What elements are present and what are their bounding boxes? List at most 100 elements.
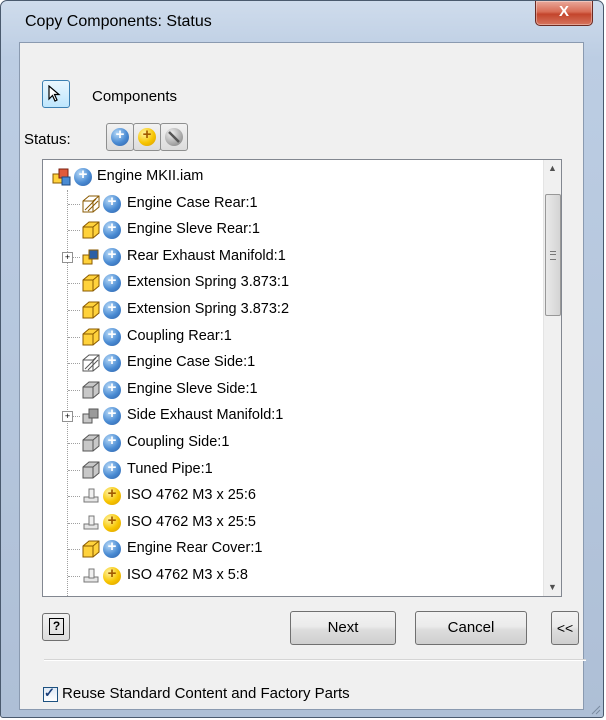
close-button[interactable]: X	[535, 1, 593, 26]
tree-node-label: Extension Spring 3.873:2	[127, 301, 290, 317]
part-yellow-icon	[80, 299, 102, 321]
tree-node-label: Coupling Rear:1	[127, 327, 232, 344]
content-center-part-icon	[80, 485, 102, 507]
expand-icon[interactable]: +	[62, 411, 73, 423]
tree-node-label: Side Exhaust Manifold:1	[127, 407, 284, 424]
tree-node-label: Rear Exhaust Manifold:1	[127, 247, 286, 264]
tree-node[interactable]: Engine Sleve Rear:1	[43, 217, 558, 243]
tree-node-label: Tuned Pipe:1	[127, 460, 213, 477]
tree-node[interactable]: Engine Sleve Side:1	[43, 377, 558, 403]
tree-node-label: Engine Sleve Side:1	[127, 380, 258, 397]
tree-branch-line	[68, 310, 80, 311]
tree-branch-line	[68, 576, 80, 577]
tree-node[interactable]: Extension Spring 3.873:1	[43, 270, 558, 296]
copy-status-plus-icon	[111, 126, 129, 146]
subassembly-gray-icon	[80, 405, 102, 427]
select-components-button[interactable]	[42, 80, 70, 108]
copy-status-icon[interactable]	[103, 432, 121, 452]
help-button[interactable]: ?	[42, 613, 70, 641]
next-button[interactable]: Next	[290, 611, 396, 645]
tree-node[interactable]: + Side Exhaust Manifold:1	[43, 403, 558, 429]
tree-node-label: ISO 4762 M3 x 25:6	[127, 487, 256, 504]
tree-branch-line	[68, 336, 80, 338]
tree-branch-line	[68, 389, 80, 391]
tree-node-label: Engine Case Rear:1	[127, 194, 258, 211]
cancel-button[interactable]: Cancel	[415, 611, 527, 645]
reuse-status-icon[interactable]	[103, 485, 121, 506]
separator	[44, 659, 586, 661]
part-surface-gray-icon	[80, 352, 102, 374]
copy-status-icon[interactable]	[103, 459, 121, 479]
tree-node[interactable]: + Rear Exhaust Manifold:1	[43, 244, 558, 270]
part-yellow-icon	[80, 538, 102, 560]
scroll-thumb[interactable]	[545, 194, 561, 316]
tree-branch-line	[68, 363, 80, 365]
reuse-standard-content-checkbox[interactable]	[43, 685, 58, 702]
reuse-status-yellow-icon	[138, 126, 156, 146]
tree-node-label: Extension Spring 3.873:1	[127, 274, 290, 291]
copy-status-icon[interactable]	[103, 193, 121, 213]
tree-node[interactable]: Engine Case Side:1	[43, 350, 558, 376]
copy-status-icon[interactable]	[103, 352, 121, 373]
tree-node[interactable]: Extension Spring 3.873:2	[43, 297, 558, 323]
part-yellow-icon	[80, 326, 102, 348]
copy-status-icon[interactable]	[103, 219, 121, 240]
part-surface-yellow-icon	[80, 193, 102, 215]
dialog-body: Components Status: Engine MKII.iam Engin…	[19, 42, 586, 710]
copy-status-icon[interactable]	[103, 405, 121, 426]
content-center-part-icon	[80, 512, 102, 534]
tree-branch-line	[68, 203, 80, 205]
tree-node-label: Engine MKII.iam	[97, 168, 204, 184]
copy-status-icon[interactable]	[103, 299, 121, 319]
copy-status-icon[interactable]	[103, 326, 121, 346]
status-exclude-button[interactable]	[160, 123, 188, 151]
tree-node[interactable]: Coupling Rear:1	[43, 324, 558, 350]
expand-icon[interactable]: +	[62, 251, 73, 263]
tree-node-label: ISO 4762 M3 x 5:8	[127, 567, 248, 583]
status-reuse-button[interactable]	[133, 123, 161, 151]
reuse-status-icon[interactable]	[103, 565, 121, 585]
exclude-status-gray-icon	[165, 128, 183, 146]
status-copy-button[interactable]	[106, 123, 134, 151]
tree-node[interactable]: ISO 4762 M3 x 5:8	[43, 563, 558, 589]
part-yellow-icon	[80, 219, 102, 241]
component-tree[interactable]: Engine MKII.iam Engine Case Rear:1 Engin…	[42, 159, 562, 597]
tree-branch-line	[68, 469, 80, 471]
reuse-status-icon[interactable]	[103, 512, 121, 532]
part-gray-icon	[80, 459, 102, 481]
tree-node[interactable]: Engine Rear Cover:1	[43, 536, 558, 562]
tree-branch-line	[68, 522, 80, 524]
tree-node[interactable]: Tuned Pipe:1	[43, 457, 558, 483]
part-gray-icon	[80, 432, 102, 454]
tree-node[interactable]: Engine Case Rear:1	[43, 191, 558, 217]
tree-branch-line	[68, 283, 80, 285]
collapse-button[interactable]: <<	[551, 611, 579, 645]
window-title: Copy Components: Status	[25, 13, 212, 30]
tree-node-label: Engine Rear Cover:1	[127, 540, 263, 557]
copy-status-icon[interactable]	[103, 379, 121, 399]
tree-node-label: ISO 4762 M3 x 25:5	[127, 513, 256, 530]
scroll-down-arrow-icon[interactable]: ▼	[544, 579, 561, 596]
select-cursor-icon	[48, 85, 61, 102]
copy-status-icon[interactable]	[103, 538, 121, 559]
reuse-standard-content-label[interactable]: Reuse Standard Content and Factory Parts	[62, 685, 350, 702]
title-bar[interactable]: Copy Components: Status X	[1, 1, 603, 39]
copy-components-dialog: Copy Components: Status X Components Sta…	[0, 0, 604, 718]
subassembly-yellow-icon	[80, 246, 102, 268]
part-yellow-icon	[80, 272, 102, 294]
assembly-icon	[51, 166, 73, 188]
copy-status-icon[interactable]	[74, 166, 92, 186]
tree-vertical-scrollbar[interactable]: ▲ ▼	[543, 160, 561, 596]
components-label: Components	[92, 88, 178, 105]
tree-branch-line	[68, 496, 80, 498]
tree-node[interactable]: ISO 4762 M3 x 25:5	[43, 510, 558, 536]
copy-status-icon[interactable]	[103, 272, 121, 293]
tree-branch-line	[68, 443, 80, 444]
resize-grip-icon[interactable]	[589, 703, 601, 715]
copy-status-icon[interactable]	[103, 246, 121, 266]
tree-node[interactable]: Coupling Side:1	[43, 430, 558, 456]
tree-root-node[interactable]: Engine MKII.iam	[43, 164, 558, 190]
tree-branch-line	[68, 230, 80, 232]
scroll-up-arrow-icon[interactable]: ▲	[544, 160, 561, 177]
tree-node[interactable]: ISO 4762 M3 x 25:6	[43, 483, 558, 509]
